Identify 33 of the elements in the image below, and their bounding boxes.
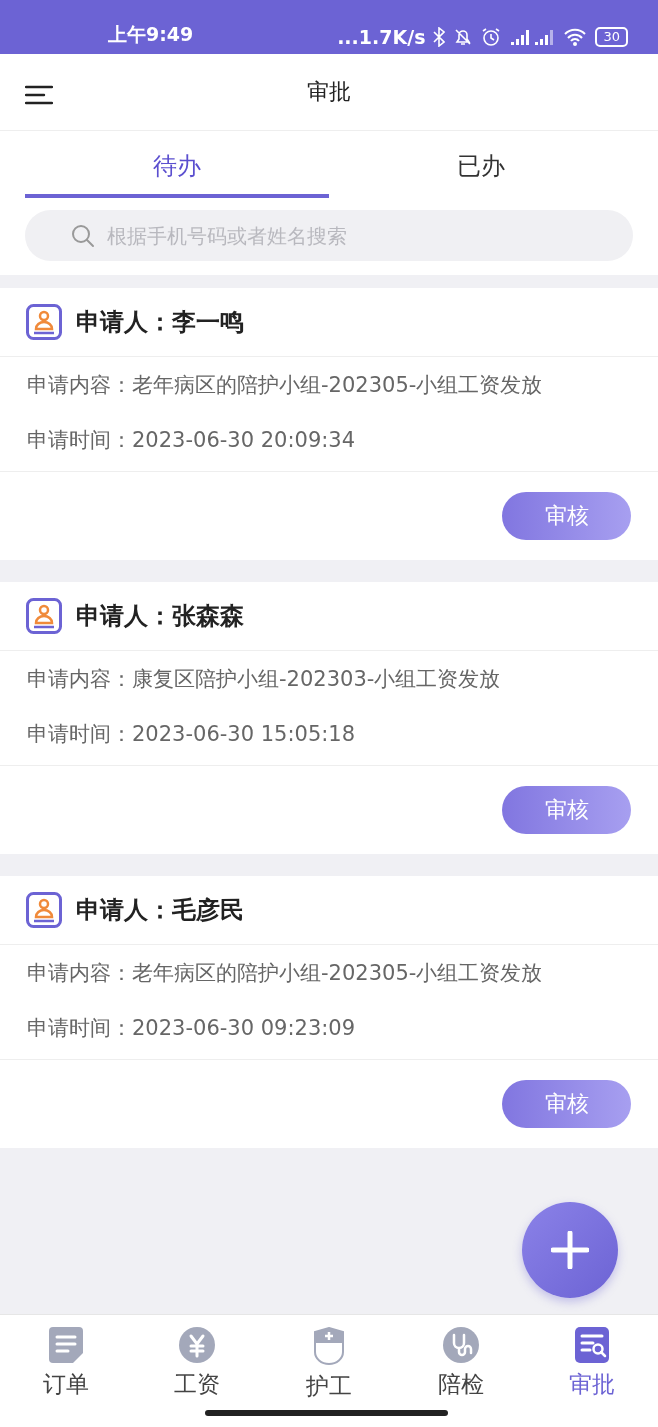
network-speed: ...1.7K/s xyxy=(337,26,426,48)
page-title: 审批 xyxy=(307,78,351,106)
bluetooth-icon xyxy=(433,27,446,47)
request-content: 申请内容：老年病区的陪护小组-202305-小组工资发放 xyxy=(27,960,544,987)
person-badge-icon xyxy=(26,598,62,634)
request-time: 申请时间：2023-06-30 20:09:34 xyxy=(27,427,357,454)
search-list-icon xyxy=(575,1327,610,1363)
battery-level: 30 xyxy=(595,27,628,47)
applicant-name: 申请人：李一鸣 xyxy=(76,307,244,338)
nav-item[interactable]: 审批 xyxy=(526,1315,658,1427)
request-time: 申请时间：2023-06-30 15:05:18 xyxy=(27,721,357,748)
request-content: 申请内容：老年病区的陪护小组-202305-小组工资发放 xyxy=(27,372,544,399)
applicant-name: 申请人：毛彦民 xyxy=(76,895,244,926)
nav-item[interactable]: 订单 xyxy=(0,1315,132,1427)
shield-icon xyxy=(314,1327,344,1365)
search-field[interactable]: 根据手机号码或者姓名搜索 xyxy=(25,210,633,261)
tab[interactable]: 已办 xyxy=(329,131,633,198)
plus-icon xyxy=(551,1231,589,1269)
menu-icon[interactable] xyxy=(25,85,53,105)
add-button[interactable] xyxy=(522,1202,618,1298)
signal-icon xyxy=(509,27,556,47)
request-time: 申请时间：2023-06-30 09:23:09 xyxy=(27,1015,357,1042)
yen-coin-icon xyxy=(179,1327,216,1363)
wifi-icon xyxy=(563,27,588,47)
person-badge-icon xyxy=(26,304,62,340)
alarm-icon xyxy=(481,27,502,47)
tab[interactable]: 待办 xyxy=(25,131,329,198)
document-icon xyxy=(48,1327,83,1363)
stethoscope-icon xyxy=(442,1327,479,1363)
applicant-name: 申请人：张森森 xyxy=(76,601,244,632)
status-time: 上午9:49 xyxy=(108,22,195,47)
request-content: 申请内容：康复区陪护小组-202303-小组工资发放 xyxy=(27,666,502,693)
person-badge-icon xyxy=(26,892,62,928)
